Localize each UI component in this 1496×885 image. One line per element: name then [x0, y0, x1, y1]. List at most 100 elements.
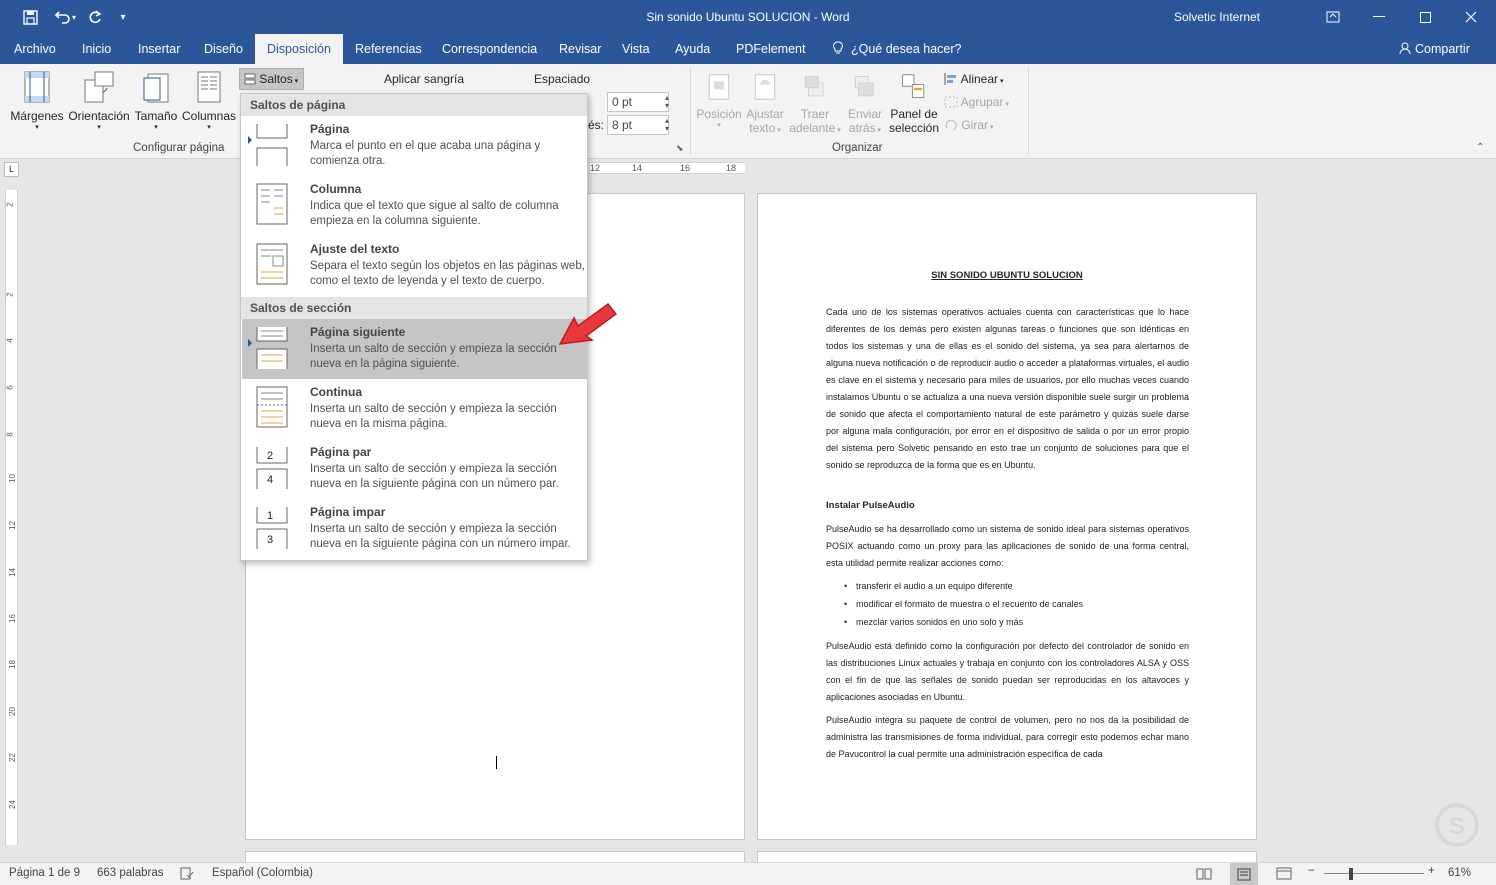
tab-referencias[interactable]: Referencias	[348, 34, 429, 64]
vruler-mark: 24	[7, 800, 17, 809]
vruler-mark: 14	[7, 568, 17, 577]
menu-item-columna[interactable]: Columna Indica que el texto que sigue al…	[242, 176, 587, 236]
svg-text:4: 4	[267, 474, 273, 486]
send-backward-button[interactable]: Enviar atrás ▾	[842, 72, 888, 135]
menu-item-desc: Inserta un salto de sección y empieza la…	[310, 343, 557, 370]
position-button[interactable]: Posición ▾	[696, 72, 742, 129]
share-label: Compartir	[1415, 42, 1470, 56]
redo-icon[interactable]	[80, 0, 110, 34]
ruler-mark: 18	[726, 163, 737, 173]
zoom-slider-handle[interactable]	[1349, 868, 1353, 880]
wrap-text-button[interactable]: Ajustar texto ▾	[742, 72, 788, 135]
save-icon[interactable]	[15, 0, 45, 34]
group-separator	[690, 68, 691, 154]
ribbon-display-icon[interactable]	[1310, 0, 1356, 34]
vruler-mark: 20	[7, 707, 17, 716]
tab-insertar[interactable]: Insertar	[131, 34, 187, 64]
vruler-mark: 22	[7, 753, 17, 762]
even-page-break-icon: 24	[256, 447, 288, 489]
bring-forward-icon	[804, 76, 824, 97]
word-count[interactable]: 663 palabras	[97, 867, 164, 879]
vruler-mark: 16	[7, 614, 17, 623]
group-button[interactable]: Agrupar ▾	[944, 95, 1009, 109]
menu-item-continua[interactable]: Continua Inserta un salto de sección y e…	[242, 379, 587, 439]
position-icon	[708, 74, 730, 100]
menu-item-pagina-siguiente[interactable]: Página siguiente Inserta un salto de sec…	[242, 319, 587, 379]
orientation-label: Orientación	[68, 109, 130, 123]
tab-ayuda[interactable]: Ayuda	[668, 34, 717, 64]
spacing-heading: Espaciado	[534, 72, 591, 86]
send-backward-icon	[854, 76, 874, 97]
read-mode-icon[interactable]	[1196, 867, 1212, 883]
share-button[interactable]: Compartir	[1392, 34, 1477, 64]
bring-forward-label-1: Traer	[800, 107, 830, 121]
text-cursor	[496, 756, 497, 769]
proofing-icon[interactable]	[180, 867, 194, 883]
menu-item-ajuste-texto[interactable]: Ajuste del texto Separa el texto según l…	[242, 236, 587, 296]
group-label: Agrupar	[960, 95, 1004, 109]
menu-item-pagina[interactable]: Página Marca el punto en el que acaba un…	[242, 116, 587, 176]
selection-pane-button[interactable]: Panel de selección	[888, 72, 940, 135]
web-layout-icon[interactable]	[1276, 867, 1292, 883]
menu-item-pagina-impar[interactable]: 13 Página impar Inserta un salto de secc…	[242, 499, 587, 559]
spacing-before-field[interactable]: 0 pt	[607, 92, 669, 112]
tab-vista[interactable]: Vista	[615, 34, 657, 64]
next-page-break-icon	[256, 327, 288, 369]
tab-selector-icon[interactable]: L	[4, 162, 19, 177]
tab-disposicion[interactable]: Disposición	[255, 34, 343, 64]
zoom-slider[interactable]	[1324, 873, 1424, 874]
status-bar: Página 1 de 9 663 palabras Español (Colo…	[0, 862, 1496, 885]
size-label: Tamaño	[134, 109, 178, 123]
zoom-out-icon[interactable]: −	[1308, 865, 1315, 877]
orientation-button[interactable]: Orientación ▾	[67, 70, 131, 131]
menu-item-desc: Inserta un salto de sección y empieza la…	[310, 463, 559, 490]
page-breaks-header: Saltos de página	[241, 94, 587, 116]
ribbon-tabs: Archivo Inicio Insertar Diseño Disposici…	[0, 34, 1496, 64]
columns-icon	[197, 71, 221, 103]
doc-paragraph-2: PulseAudio se ha desarrollado como un si…	[826, 524, 1189, 568]
bring-forward-button[interactable]: Traer adelante ▾	[788, 72, 842, 135]
menu-item-pagina-par[interactable]: 24 Página par Inserta un salto de secció…	[242, 439, 587, 499]
zoom-level[interactable]: 61%	[1448, 867, 1471, 879]
close-icon[interactable]	[1448, 0, 1494, 34]
spacing-after-field[interactable]: 8 pt	[607, 115, 669, 135]
position-label: Posición	[696, 107, 742, 121]
ruler-mark: 14	[632, 163, 643, 173]
customize-toolbar-icon[interactable]: ▾	[108, 0, 138, 34]
align-label: Alinear	[960, 72, 999, 86]
language-label[interactable]: Español (Colombia)	[212, 867, 313, 879]
zoom-in-icon[interactable]: +	[1428, 865, 1435, 877]
undo-dropdown-icon[interactable]: ▾	[68, 0, 80, 34]
minimize-icon[interactable]	[1356, 0, 1402, 34]
doc-paragraph-3: PulseAudio está definido como la configu…	[826, 641, 1189, 702]
tab-inicio[interactable]: Inicio	[75, 34, 118, 64]
menu-item-desc: Inserta un salto de sección y empieza la…	[310, 403, 557, 430]
size-button[interactable]: Tamaño ▾	[133, 70, 179, 131]
print-layout-icon[interactable]	[1230, 863, 1258, 885]
rotate-button[interactable]: Girar ▾	[944, 118, 993, 132]
vruler-mark: 12	[7, 521, 17, 530]
spacing-before-spinner[interactable]: ▴ ▾	[665, 94, 669, 110]
column-break-icon	[256, 183, 288, 225]
user-name[interactable]: Solvetic Internet	[1174, 10, 1260, 24]
tab-correspondencia[interactable]: Correspondencia	[435, 34, 544, 64]
tab-revisar[interactable]: Revisar	[552, 34, 608, 64]
page-right[interactable]: SIN SONIDO UBUNTU SOLUCION Cada uno de l…	[757, 193, 1257, 840]
align-button[interactable]: Alinear ▾	[944, 72, 1004, 86]
columns-button[interactable]: Columnas ▾	[181, 70, 237, 131]
menu-item-title: Página impar	[310, 505, 386, 519]
svg-text:S: S	[1449, 813, 1465, 840]
horizontal-ruler[interactable]: 12 14 16 18	[590, 162, 745, 174]
tell-me-search[interactable]: ¿Qué desea hacer?	[826, 34, 969, 64]
maximize-icon[interactable]	[1402, 0, 1448, 34]
collapse-ribbon-icon[interactable]: ⌃	[1476, 142, 1484, 153]
vertical-ruler[interactable]: 2 2 4 6 8 10 12 14 16 18 20 22 24	[5, 190, 18, 845]
page-count[interactable]: Página 1 de 9	[9, 867, 80, 879]
breaks-button[interactable]: Saltos ▾	[239, 68, 304, 90]
spacing-after-spinner[interactable]: ▴ ▾	[665, 117, 669, 133]
tab-archivo[interactable]: Archivo	[7, 34, 63, 64]
margins-button[interactable]: Márgenes ▾	[8, 70, 66, 131]
tab-pdfelement[interactable]: PDFelement	[729, 34, 812, 64]
tab-diseno[interactable]: Diseño	[197, 34, 250, 64]
paragraph-launcher-icon[interactable]: ⬊	[676, 143, 684, 154]
